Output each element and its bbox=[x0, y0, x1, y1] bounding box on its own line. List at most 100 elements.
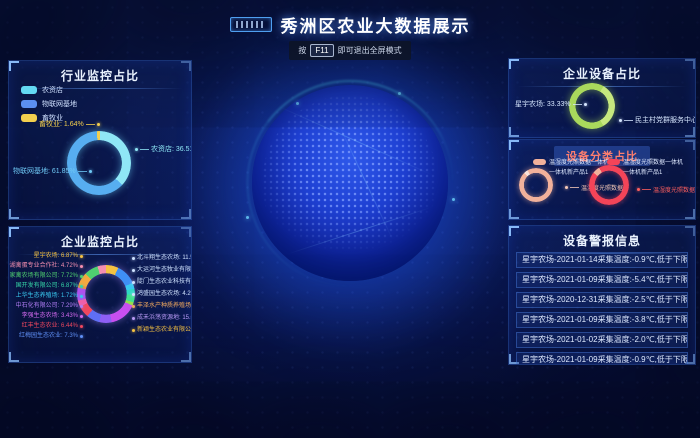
legend-swatch bbox=[533, 159, 546, 165]
leader-dot bbox=[80, 285, 83, 288]
donut-ring bbox=[519, 168, 553, 202]
alarm-row[interactable]: 星宇农场-2020-12-31采集温度:-2.5℃,低于下限:0℃ bbox=[516, 292, 688, 308]
leader-dot bbox=[132, 293, 135, 296]
logo-icon bbox=[230, 17, 272, 32]
label-text: 家禽农场有限公司: 7.72% bbox=[10, 272, 78, 280]
label-text: 大运河生态牧业有限责任公 bbox=[137, 266, 192, 274]
chart-label: 丰泽水产种质养殖场: 1. bbox=[132, 302, 192, 310]
panel-title: 企业设备占比 bbox=[509, 59, 695, 82]
chart-label: 民主村党群服务中心 bbox=[619, 115, 696, 125]
chart-label: 北斗翔生态农场: 11.56% bbox=[132, 254, 192, 262]
leader-line bbox=[570, 187, 579, 188]
chart-label: 新颖生态农业有限公司: 6.87% bbox=[132, 326, 192, 334]
legend-swatch bbox=[21, 86, 37, 94]
page-title: 秀洲区农业大数据展示 bbox=[281, 12, 471, 37]
decoration-dot bbox=[452, 198, 455, 201]
fullscreen-tip-bar: 按 F11 即可退出全屏模式 bbox=[0, 40, 700, 60]
corner-accent bbox=[685, 127, 695, 137]
chart-label: 红梅园生态农业: 7.3% bbox=[19, 332, 83, 340]
leader-dot bbox=[80, 255, 83, 258]
chart-label: 中石化有限公司: 7.29% bbox=[16, 302, 83, 310]
leader-dot bbox=[80, 265, 83, 268]
leader-dot bbox=[132, 329, 135, 332]
legend-item[interactable]: 物联网基地 bbox=[21, 99, 77, 109]
legend-swatch bbox=[607, 159, 620, 165]
leader-dot bbox=[80, 275, 83, 278]
corner-accent bbox=[9, 209, 19, 219]
legend-item[interactable]: 一体机新产品1 bbox=[549, 167, 588, 176]
chart-label: 农资店: 36.51% bbox=[135, 144, 192, 154]
legend-item[interactable]: 农资店 bbox=[21, 85, 77, 95]
chart-label: 星宇农场: 6.87% bbox=[34, 252, 83, 260]
leader-line bbox=[642, 189, 651, 190]
leader-dot bbox=[619, 119, 622, 122]
classification-donut-right[interactable] bbox=[589, 165, 629, 205]
panel-title: 企业监控占比 bbox=[9, 227, 191, 250]
industry-donut-chart[interactable] bbox=[67, 131, 131, 195]
leader-dot bbox=[565, 186, 568, 189]
leader-dot bbox=[637, 188, 640, 191]
panel-title: 行业监控占比 bbox=[9, 61, 191, 84]
corner-accent bbox=[685, 140, 695, 150]
leader-dot bbox=[132, 317, 135, 320]
label-text: 中石化有限公司: 7.29% bbox=[16, 302, 78, 310]
donut-ring bbox=[77, 265, 135, 323]
leader-dot bbox=[80, 335, 83, 338]
chart-label: 红丰生态农业: 6.44% bbox=[22, 322, 83, 330]
leader-dot bbox=[97, 123, 100, 126]
alarm-list: 星宇农场-2021-01-14采集温度:-0.9℃,低于下限:0℃ 星宇农场-2… bbox=[509, 252, 695, 365]
chart-labels-left: 星宇农场: 6.87% 秀湖禽蛋专业合作社: 4.72% 家禽农场有限公司: 7… bbox=[11, 252, 83, 340]
label-text: 农资店: 36.51% bbox=[151, 144, 192, 154]
label-text: 秀湖禽蛋专业合作社: 4.72% bbox=[8, 262, 78, 270]
corner-accent bbox=[509, 140, 519, 150]
decoration-dot bbox=[296, 102, 299, 105]
leader-dot bbox=[132, 269, 135, 272]
leader-dot bbox=[132, 305, 135, 308]
leader-dot bbox=[80, 315, 83, 318]
alarm-row[interactable]: 星宇农场-2021-01-02采集温度:-2.0℃,低于下限:0℃ bbox=[516, 332, 688, 348]
leader-line bbox=[78, 171, 87, 172]
label-text: 星宇农场: 6.87% bbox=[34, 252, 78, 260]
leader-dot bbox=[584, 103, 587, 106]
chart-label: 畜牧业: 1.64% bbox=[39, 119, 100, 129]
label-text: 温湿度光照数据一 bbox=[653, 185, 696, 194]
tip-prefix: 按 bbox=[298, 45, 306, 56]
classification-donut-left[interactable] bbox=[519, 168, 553, 202]
legend-label: 农资店 bbox=[42, 85, 63, 95]
panel-title: 设备警报信息 bbox=[509, 226, 695, 249]
legend-label: 物联网基地 bbox=[42, 99, 77, 109]
corner-accent bbox=[181, 227, 191, 237]
leader-line bbox=[624, 120, 633, 121]
chart-label: 李强生态农场: 3.43% bbox=[22, 312, 83, 320]
label-text: 星宇农场: 33.33% bbox=[515, 99, 571, 109]
chart-label: 成禾浜荡资源地: 15.02% bbox=[132, 314, 192, 322]
leader-line bbox=[573, 104, 582, 105]
alarm-row[interactable]: 星宇农场-2021-01-09采集温度:-3.8℃,低于下限:0℃ bbox=[516, 312, 688, 328]
legend-label: 温湿度光照数据一体机 bbox=[623, 157, 683, 166]
label-text: 红梅园生态农业: 7.3% bbox=[19, 332, 78, 340]
legend-label: 一体机新产品1 bbox=[549, 167, 588, 176]
alarm-row[interactable]: 星宇农场-2021-01-09采集温度:-0.9℃,低于下限:0℃ bbox=[516, 352, 688, 365]
leader-line bbox=[140, 149, 149, 150]
legend-swatch bbox=[21, 114, 37, 122]
alarm-row[interactable]: 星宇农场-2021-01-14采集温度:-0.9℃,低于下限:0℃ bbox=[516, 252, 688, 268]
chart-label: 物联网基地: 61.85% bbox=[13, 166, 92, 176]
chart-label: 温湿度光照数据一 bbox=[637, 185, 696, 194]
chart-label: 大运河生态牧业有限责任公 bbox=[132, 266, 192, 274]
label-text: 红丰生态农业: 6.44% bbox=[22, 322, 78, 330]
enterprise-donut-chart[interactable] bbox=[77, 265, 135, 323]
panel-equipment-alarms: 设备警报信息 星宇农场-2021-01-14采集温度:-0.9℃,低于下限:0℃… bbox=[508, 225, 696, 365]
chart-label: 秀湖禽蛋专业合作社: 4.72% bbox=[8, 262, 83, 270]
corner-accent bbox=[685, 59, 695, 69]
chart-label: 国开发有限公司: 6.87% bbox=[16, 282, 83, 290]
alarm-row[interactable]: 星宇农场-2021-01-09采集温度:-5.4℃,低于下限:0℃ bbox=[516, 272, 688, 288]
header: 秀洲区农业大数据展示 bbox=[0, 12, 700, 37]
panel-equipment-ratio: 企业设备占比 星宇农场: 33.33% 民主村党群服务中心 bbox=[508, 58, 696, 138]
chart-label: 上华生态养殖场: 1.72% bbox=[16, 292, 83, 300]
corner-accent bbox=[181, 61, 191, 71]
label-text: 物联网基地: 61.85% bbox=[13, 166, 76, 176]
leader-line bbox=[86, 124, 95, 125]
leader-dot bbox=[135, 148, 138, 151]
corner-accent bbox=[685, 209, 695, 219]
leader-dot bbox=[132, 257, 135, 260]
